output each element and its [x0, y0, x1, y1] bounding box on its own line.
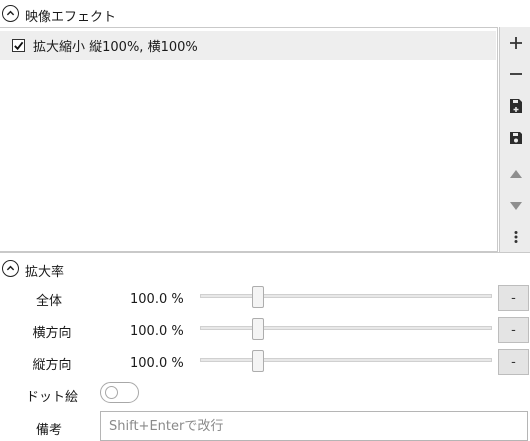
minus-icon	[509, 72, 522, 75]
scale-section-title: 拡大率	[25, 265, 65, 280]
effect-enabled-checkbox[interactable]	[12, 39, 25, 52]
collapse-effects-icon[interactable]	[2, 5, 19, 22]
save-preset-button[interactable]	[500, 122, 530, 153]
scale-vertical-label: 縦方向	[32, 358, 72, 373]
move-up-button[interactable]	[500, 158, 530, 189]
slider-thumb[interactable]	[252, 318, 264, 340]
note-label: 備考	[35, 423, 62, 438]
scale-overall-reset-button[interactable]: -	[498, 285, 529, 311]
remove-effect-button[interactable]	[500, 58, 530, 89]
effects-list[interactable]: 拡大縮小 縦100%, 横100%	[0, 27, 498, 252]
add-effect-button[interactable]	[500, 27, 530, 58]
scale-overall-value[interactable]: 100.0 %	[130, 292, 184, 307]
save-preset-new-button[interactable]	[500, 90, 530, 121]
slider-track	[200, 326, 492, 330]
dot-art-label: ドット絵	[25, 390, 78, 405]
scale-horizontal-value[interactable]: 100.0 %	[130, 324, 184, 339]
scale-vertical-value[interactable]: 100.0 %	[130, 356, 184, 371]
slider-track	[200, 294, 492, 298]
toggle-knob	[105, 386, 118, 399]
list-item[interactable]: 拡大縮小 縦100%, 横100%	[0, 31, 496, 60]
scale-horizontal-label: 横方向	[32, 326, 72, 341]
scale-vertical-reset-button[interactable]: -	[498, 349, 529, 375]
slider-thumb[interactable]	[252, 350, 264, 372]
scale-overall-slider[interactable]	[200, 285, 492, 309]
save-icon	[509, 131, 522, 144]
slider-thumb[interactable]	[252, 286, 264, 308]
more-options-button[interactable]	[500, 221, 530, 252]
scale-vertical-slider[interactable]	[200, 349, 492, 373]
dot-art-toggle[interactable]	[100, 382, 139, 403]
save-new-icon	[509, 98, 522, 113]
collapse-scale-icon[interactable]	[2, 260, 19, 277]
section-divider	[0, 252, 530, 253]
arrow-up-icon	[509, 169, 522, 178]
scale-horizontal-reset-button[interactable]: -	[498, 317, 529, 343]
move-down-button[interactable]	[500, 190, 530, 221]
effects-section-title: 映像エフェクト	[25, 10, 117, 25]
effect-item-label: 拡大縮小 縦100%, 横100%	[33, 40, 198, 55]
note-input[interactable]	[100, 411, 528, 441]
scale-horizontal-slider[interactable]	[200, 317, 492, 341]
effects-toolbar	[499, 27, 530, 252]
check-icon	[14, 41, 24, 51]
more-vertical-icon	[514, 230, 517, 243]
scale-overall-label: 全体	[35, 294, 62, 309]
plus-icon	[509, 36, 522, 49]
arrow-down-icon	[509, 201, 522, 210]
slider-track	[200, 358, 492, 362]
